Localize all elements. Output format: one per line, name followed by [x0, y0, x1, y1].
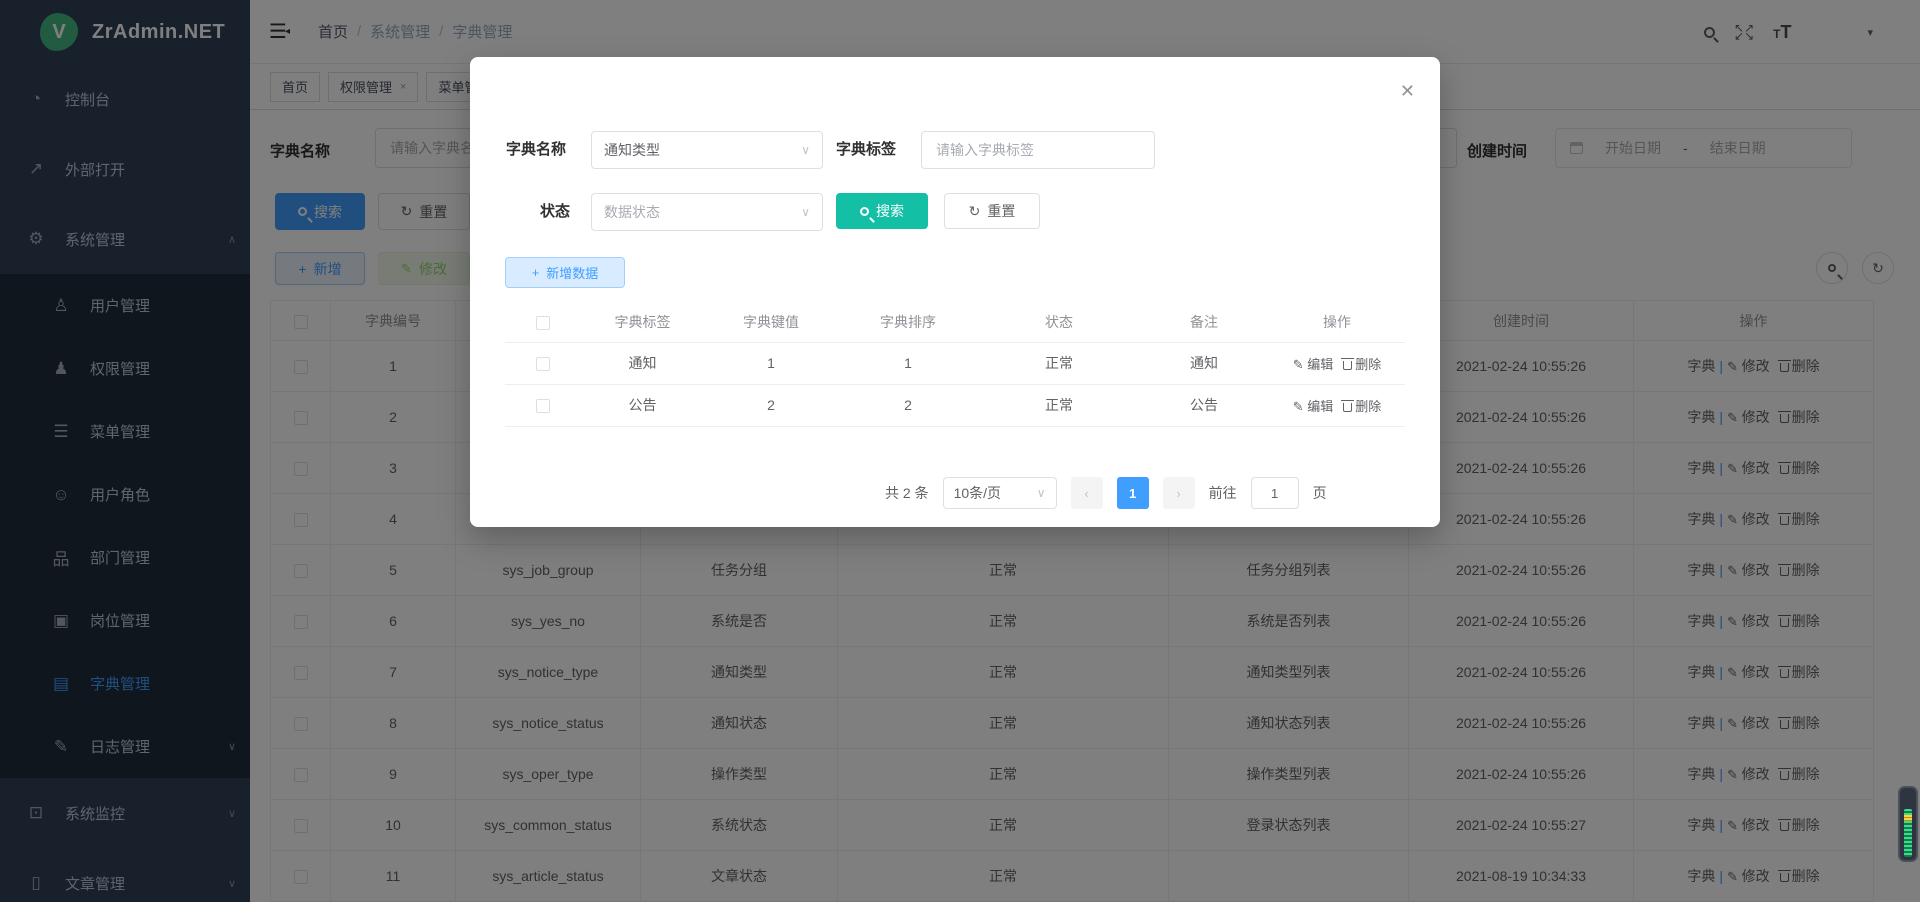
dict-sort-cell: 2	[837, 384, 979, 426]
table-row: 通知11正常通知✎ 编辑删除	[505, 342, 1405, 384]
table-row: 公告22正常公告✎ 编辑删除	[505, 384, 1405, 426]
goto-page-input[interactable]	[1251, 477, 1299, 509]
pencil-icon: ✎	[1293, 399, 1308, 414]
dict-tag-cell: 公告	[580, 384, 705, 426]
chevron-down-icon: ∨	[1037, 486, 1046, 500]
goto-unit: 页	[1313, 483, 1327, 503]
modal-search-button[interactable]: 搜索	[836, 193, 928, 229]
goto-label: 前往	[1209, 483, 1237, 503]
checkbox-cell	[505, 384, 580, 426]
trash-icon	[1343, 361, 1352, 370]
checkbox-cell	[505, 342, 580, 384]
column-header: 操作	[1269, 302, 1405, 342]
add-data-button[interactable]: + 新增数据	[505, 257, 625, 288]
edit-link[interactable]: 编辑	[1307, 357, 1333, 372]
trash-icon	[1343, 403, 1352, 412]
actions-cell: ✎ 编辑 删除	[1269, 384, 1405, 426]
next-page-button[interactable]: ›	[1163, 477, 1195, 509]
remark-cell: 公告	[1139, 384, 1269, 426]
modal-dict-name-select[interactable]: 通知类型 ∨	[591, 131, 823, 169]
chevron-down-icon: ∨	[801, 143, 810, 157]
status-cell: 正常	[979, 384, 1139, 426]
column-header: 备注	[1139, 302, 1269, 342]
edit-link[interactable]: 编辑	[1307, 399, 1333, 414]
modal-dict-tag-label: 字典标签	[836, 138, 896, 159]
modal-reset-button[interactable]: ↻ 重置	[944, 193, 1040, 229]
pencil-icon: ✎	[1293, 357, 1308, 372]
modal-dict-name-label: 字典名称	[506, 138, 566, 159]
scroll-minimap-widget[interactable]	[1898, 786, 1918, 862]
search-icon	[860, 207, 869, 216]
scroll-minimap-bars	[1904, 809, 1912, 857]
pagination-total: 共 2 条	[885, 483, 929, 503]
modal-dict-tag-input[interactable]	[921, 131, 1155, 169]
delete-link[interactable]: 删除	[1355, 399, 1381, 414]
dict-key-cell: 2	[705, 384, 837, 426]
table-header-row: 字典标签字典键值字典排序状态备注操作	[505, 302, 1405, 342]
plus-icon: +	[532, 265, 540, 280]
close-icon[interactable]: ✕	[1400, 81, 1415, 102]
dict-data-table: 字典标签字典键值字典排序状态备注操作通知11正常通知✎ 编辑删除公告22正常公告…	[505, 302, 1405, 427]
modal-status-label: 状态	[540, 200, 570, 221]
page-size-select[interactable]: 10条/页 ∨	[943, 477, 1057, 509]
pagination: 共 2 条 10条/页 ∨ ‹ 1 › 前往 页	[885, 477, 1327, 509]
column-header: 状态	[979, 302, 1139, 342]
actions-cell: ✎ 编辑 删除	[1269, 342, 1405, 384]
chevron-down-icon: ∨	[801, 205, 810, 219]
column-header: 字典标签	[580, 302, 705, 342]
column-header: 字典排序	[837, 302, 979, 342]
refresh-icon: ↻	[969, 203, 981, 220]
current-page-button[interactable]: 1	[1117, 477, 1149, 509]
select-all-checkbox[interactable]	[536, 316, 550, 330]
column-header	[505, 302, 580, 342]
dict-data-modal: ✕ 字典名称 通知类型 ∨ 字典标签 状态 数据状态 ∨ 搜索 ↻ 重置 + 新…	[470, 57, 1440, 527]
remark-cell: 通知	[1139, 342, 1269, 384]
status-cell: 正常	[979, 342, 1139, 384]
row-checkbox[interactable]	[536, 357, 550, 371]
prev-page-button[interactable]: ‹	[1071, 477, 1103, 509]
column-header: 字典键值	[705, 302, 837, 342]
delete-link[interactable]: 删除	[1355, 357, 1381, 372]
dict-key-cell: 1	[705, 342, 837, 384]
dict-sort-cell: 1	[837, 342, 979, 384]
dict-tag-cell: 通知	[580, 342, 705, 384]
modal-status-select[interactable]: 数据状态 ∨	[591, 193, 823, 231]
row-checkbox[interactable]	[536, 399, 550, 413]
